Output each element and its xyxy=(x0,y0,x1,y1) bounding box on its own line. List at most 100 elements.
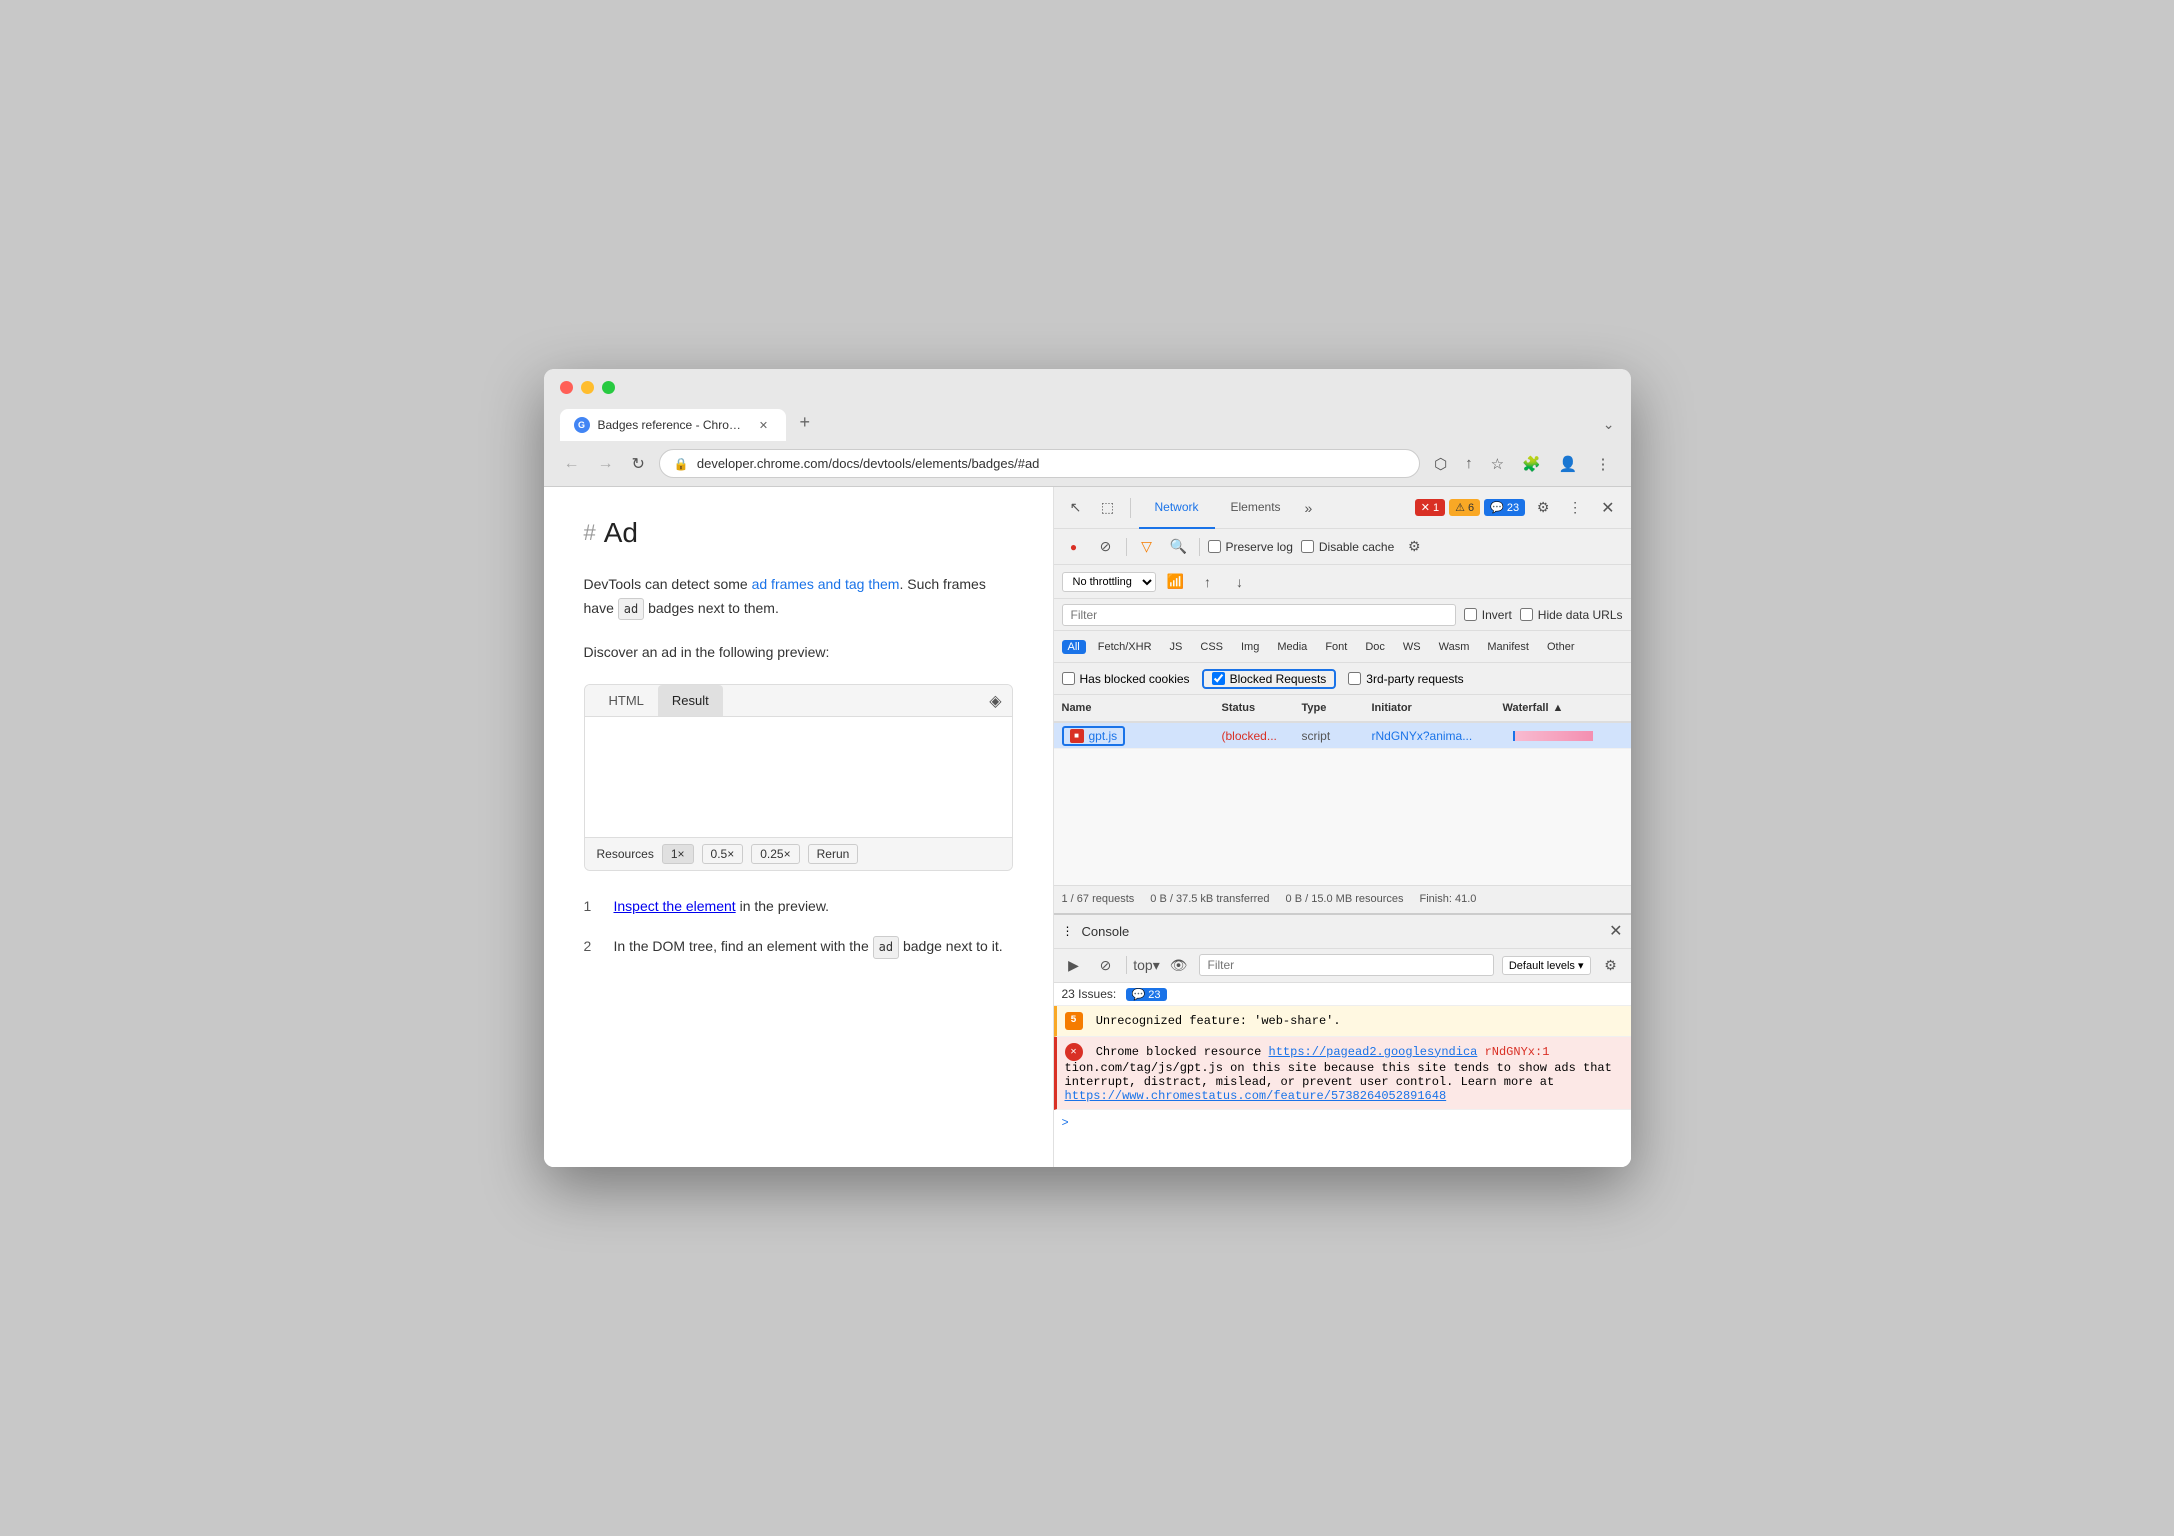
new-tab-button[interactable]: + xyxy=(790,404,821,441)
hide-data-urls-input[interactable] xyxy=(1520,608,1533,621)
row-name-highlight: ■ gpt.js xyxy=(1062,726,1126,746)
msg-error-icon: ✕ xyxy=(1065,1043,1083,1061)
blocked-requests-checkbox[interactable]: Blocked Requests xyxy=(1202,669,1337,689)
type-doc-button[interactable]: Doc xyxy=(1359,640,1391,654)
has-blocked-cookies-input[interactable] xyxy=(1062,672,1075,685)
error-badge[interactable]: ✕ 1 xyxy=(1415,499,1445,516)
console-issues-row[interactable]: 23 Issues: 💬 23 xyxy=(1054,983,1631,1006)
warning-badge[interactable]: ⚠ 6 xyxy=(1449,499,1480,516)
console-block-button[interactable]: ⊘ xyxy=(1094,953,1118,977)
type-css-button[interactable]: CSS xyxy=(1194,640,1229,654)
has-blocked-cookies-checkbox[interactable]: Has blocked cookies xyxy=(1062,672,1190,686)
col-initiator-header[interactable]: Initiator xyxy=(1372,702,1503,714)
col-waterfall-header[interactable]: Waterfall ▲ xyxy=(1503,702,1623,714)
forward-button[interactable]: → xyxy=(594,451,618,477)
console-settings-button[interactable]: ⚙ xyxy=(1599,953,1623,977)
type-manifest-button[interactable]: Manifest xyxy=(1481,640,1535,654)
record-button[interactable]: ● xyxy=(1062,535,1086,559)
devtools-settings-button[interactable]: ⚙ xyxy=(1529,494,1557,522)
scale-1x-button[interactable]: 1× xyxy=(662,844,694,864)
close-window-button[interactable] xyxy=(560,381,573,394)
preview-tab-html[interactable]: HTML xyxy=(595,685,658,716)
ad-frames-link[interactable]: ad frames and tag them xyxy=(752,576,900,592)
devtools-more-button[interactable]: ⋮ xyxy=(1561,494,1589,522)
blocked-requests-input[interactable] xyxy=(1212,672,1225,685)
type-font-button[interactable]: Font xyxy=(1319,640,1353,654)
tabs-chevron-icon: ⌄ xyxy=(1603,416,1615,433)
error-link-1[interactable]: https://pagead2.googlesyndica xyxy=(1269,1045,1478,1059)
header-divider xyxy=(1130,498,1131,518)
maximize-window-button[interactable] xyxy=(602,381,615,394)
filename-text: gpt.js xyxy=(1089,729,1118,743)
hide-data-urls-checkbox[interactable]: Hide data URLs xyxy=(1520,608,1623,622)
more-tabs-button[interactable]: » xyxy=(1297,487,1321,529)
clear-button[interactable]: ⊘ xyxy=(1094,535,1118,559)
scale-0-5x-button[interactable]: 0.5× xyxy=(702,844,744,864)
minimize-window-button[interactable] xyxy=(581,381,594,394)
disable-cache-checkbox[interactable]: Disable cache xyxy=(1301,540,1394,554)
type-wasm-button[interactable]: Wasm xyxy=(1433,640,1476,654)
console-eye-button[interactable]: 👁 xyxy=(1167,953,1191,977)
preserve-log-input[interactable] xyxy=(1208,540,1221,553)
bookmark-icon-button[interactable]: ☆ xyxy=(1487,451,1508,477)
default-levels-button[interactable]: Default levels ▾ xyxy=(1502,956,1591,975)
filter-button[interactable]: ▽ xyxy=(1135,535,1159,559)
type-media-button[interactable]: Media xyxy=(1271,640,1313,654)
profile-icon-button[interactable]: 👤 xyxy=(1555,451,1582,477)
info-badge[interactable]: 💬 23 xyxy=(1484,499,1525,516)
filter-input[interactable] xyxy=(1062,604,1456,626)
third-party-input[interactable] xyxy=(1348,672,1361,685)
preview-area xyxy=(585,717,1012,837)
type-img-button[interactable]: Img xyxy=(1235,640,1265,654)
rerun-button[interactable]: Rerun xyxy=(808,844,859,864)
active-tab[interactable]: G Badges reference - Chrome De ✕ xyxy=(560,409,786,441)
upload-icon-button[interactable]: ↑ xyxy=(1196,570,1220,594)
download-icon-button[interactable]: ↓ xyxy=(1228,570,1252,594)
search-button[interactable]: 🔍 xyxy=(1167,535,1191,559)
type-js-button[interactable]: JS xyxy=(1164,640,1189,654)
address-input[interactable]: 🔒 developer.chrome.com/docs/devtools/ele… xyxy=(659,449,1420,478)
reload-button[interactable]: ↻ xyxy=(628,450,649,478)
preserve-log-checkbox[interactable]: Preserve log xyxy=(1208,540,1293,554)
third-party-checkbox[interactable]: 3rd-party requests xyxy=(1348,672,1463,686)
devtools-close-button[interactable]: ✕ xyxy=(1593,494,1622,522)
col-type-header[interactable]: Type xyxy=(1302,702,1372,714)
webpage-panel: # Ad DevTools can detect some ad frames … xyxy=(544,487,1054,1167)
menu-icon-button[interactable]: ⋮ xyxy=(1592,451,1615,477)
device-tool-button[interactable]: ⬚ xyxy=(1094,494,1122,522)
invert-checkbox[interactable]: Invert xyxy=(1464,608,1512,622)
col-status-header[interactable]: Status xyxy=(1222,702,1302,714)
cast-icon-button[interactable]: ⬡ xyxy=(1430,451,1451,477)
console-prompt[interactable]: > xyxy=(1054,1110,1631,1136)
console-header: ⋮ Console ✕ xyxy=(1054,913,1631,949)
back-button[interactable]: ← xyxy=(560,451,584,477)
tab-network[interactable]: Network xyxy=(1139,487,1215,529)
tab-close-button[interactable]: ✕ xyxy=(756,417,772,433)
console-close-button[interactable]: ✕ xyxy=(1609,921,1622,941)
extensions-icon-button[interactable]: 🧩 xyxy=(1518,451,1545,477)
table-row[interactable]: ■ gpt.js (blocked... script rNdGNYx?anim… xyxy=(1054,723,1631,749)
col-name-header[interactable]: Name xyxy=(1062,702,1222,714)
console-filter-input[interactable] xyxy=(1199,954,1494,976)
console-top-button[interactable]: top ▾ xyxy=(1135,953,1159,977)
has-blocked-cookies-label: Has blocked cookies xyxy=(1080,672,1190,686)
network-settings-button[interactable]: ⚙ xyxy=(1402,535,1426,559)
wifi-icon-button[interactable]: 📶 xyxy=(1164,570,1188,594)
console-top-chevron-icon: ▾ xyxy=(1153,957,1160,974)
type-all-button[interactable]: All xyxy=(1062,640,1086,654)
cursor-tool-button[interactable]: ↖ xyxy=(1062,494,1090,522)
error-link-2[interactable]: https://www.chromestatus.com/feature/573… xyxy=(1065,1089,1447,1103)
invert-input[interactable] xyxy=(1464,608,1477,621)
throttle-select[interactable]: No throttling xyxy=(1062,572,1156,592)
disable-cache-input[interactable] xyxy=(1301,540,1314,553)
share-icon-button[interactable]: ↑ xyxy=(1461,451,1477,476)
console-play-button[interactable]: ▶ xyxy=(1062,953,1086,977)
preview-tabs: HTML Result ◈ xyxy=(585,685,1012,717)
type-other-button[interactable]: Other xyxy=(1541,640,1581,654)
inspect-element-link[interactable]: Inspect the element xyxy=(614,898,736,914)
preview-tab-result[interactable]: Result xyxy=(658,685,723,716)
type-ws-button[interactable]: WS xyxy=(1397,640,1427,654)
tab-elements[interactable]: Elements xyxy=(1215,487,1297,529)
type-fetch-button[interactable]: Fetch/XHR xyxy=(1092,640,1158,654)
scale-0-25x-button[interactable]: 0.25× xyxy=(751,844,799,864)
